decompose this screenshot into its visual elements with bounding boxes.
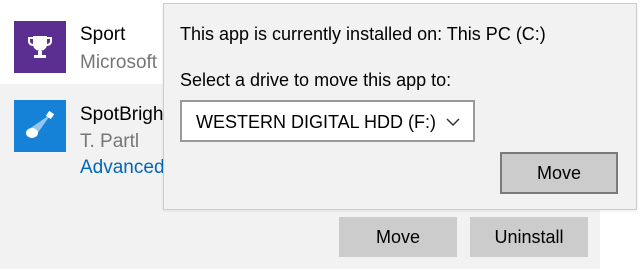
advanced-options-link[interactable]: Advanced — [80, 157, 165, 179]
installed-location-text: This app is currently installed on: This… — [180, 24, 546, 44]
uninstall-button[interactable]: Uninstall — [470, 217, 588, 257]
spotlight-icon — [14, 100, 66, 152]
app-publisher: Microsoft — [80, 52, 158, 73]
trophy-icon — [14, 21, 66, 73]
app-list-screen: Sport Microsoft SpotBrigh T. Partl Advan… — [0, 0, 640, 275]
flyout-move-button[interactable]: Move — [500, 152, 618, 194]
drive-select-dropdown[interactable]: WESTERN DIGITAL HDD (F:) — [180, 100, 475, 142]
selected-drive-value: WESTERN DIGITAL HDD (F:) — [196, 112, 436, 132]
chevron-down-icon — [446, 118, 460, 127]
app-publisher: T. Partl — [80, 131, 140, 152]
move-app-flyout: This app is currently installed on: This… — [163, 3, 637, 210]
app-name: Sport — [80, 24, 126, 45]
select-drive-label: Select a drive to move this app to: — [180, 70, 452, 90]
app-name: SpotBrigh — [80, 104, 164, 125]
move-button[interactable]: Move — [339, 217, 457, 257]
